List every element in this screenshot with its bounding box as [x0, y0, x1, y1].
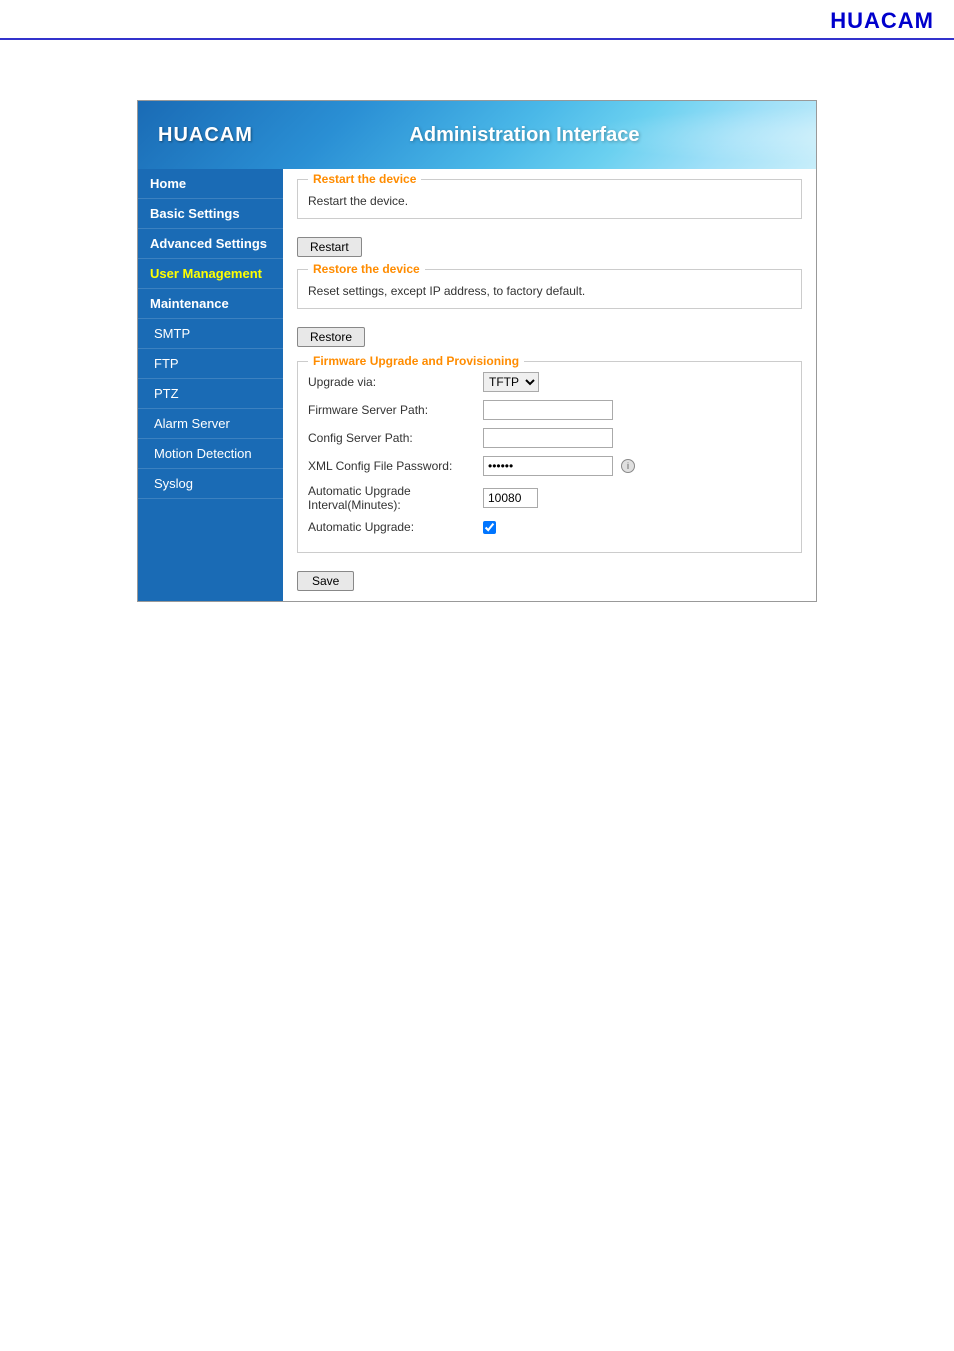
- sidebar-item-syslog[interactable]: Syslog: [138, 469, 283, 499]
- restart-text: Restart the device.: [308, 194, 791, 208]
- auto-upgrade-interval-label: Automatic Upgrade Interval(Minutes):: [308, 484, 483, 512]
- info-icon[interactable]: i: [621, 459, 635, 473]
- sidebar-item-advanced-settings[interactable]: Advanced Settings: [138, 229, 283, 259]
- cam-main: Restart the device Restart the device. R…: [283, 169, 816, 601]
- save-button[interactable]: Save: [297, 571, 354, 591]
- cam-header: HUACAM Administration Interface: [138, 101, 816, 169]
- config-server-label: Config Server Path:: [308, 431, 483, 445]
- upgrade-via-row: Upgrade via: TFTP HTTP: [308, 372, 791, 392]
- restore-legend: Restore the device: [308, 262, 425, 276]
- sidebar-item-ftp[interactable]: FTP: [138, 349, 283, 379]
- upgrade-via-label: Upgrade via:: [308, 375, 483, 389]
- cam-body: Home Basic Settings Advanced Settings Us…: [138, 169, 816, 601]
- xml-password-label: XML Config File Password:: [308, 459, 483, 473]
- auto-upgrade-label: Automatic Upgrade:: [308, 520, 483, 534]
- cam-ui: HUACAM Administration Interface Home Bas…: [137, 100, 817, 602]
- restart-section: Restart the device Restart the device.: [297, 179, 802, 219]
- auto-upgrade-interval-row: Automatic Upgrade Interval(Minutes):: [308, 484, 791, 512]
- sidebar-item-maintenance[interactable]: Maintenance: [138, 289, 283, 319]
- password-row: i: [483, 456, 635, 476]
- restore-text: Reset settings, except IP address, to fa…: [308, 284, 791, 298]
- config-server-row: Config Server Path:: [308, 428, 791, 448]
- cam-header-title: Administration Interface: [253, 124, 796, 147]
- sidebar-item-motion-detection[interactable]: Motion Detection: [138, 439, 283, 469]
- firmware-legend: Firmware Upgrade and Provisioning: [308, 354, 524, 368]
- sidebar-item-basic-settings[interactable]: Basic Settings: [138, 199, 283, 229]
- restart-button[interactable]: Restart: [297, 237, 362, 257]
- cam-sidebar: Home Basic Settings Advanced Settings Us…: [138, 169, 283, 601]
- firmware-server-row: Firmware Server Path:: [308, 400, 791, 420]
- xml-password-input[interactable]: [483, 456, 613, 476]
- page-content: HUACAM Administration Interface Home Bas…: [0, 40, 954, 662]
- upgrade-via-select[interactable]: TFTP HTTP: [483, 372, 539, 392]
- restore-button[interactable]: Restore: [297, 327, 365, 347]
- sidebar-item-user-management[interactable]: User Management: [138, 259, 283, 289]
- config-server-input[interactable]: [483, 428, 613, 448]
- restore-section: Restore the device Reset settings, excep…: [297, 269, 802, 309]
- sidebar-item-home[interactable]: Home: [138, 169, 283, 199]
- firmware-server-label: Firmware Server Path:: [308, 403, 483, 417]
- auto-upgrade-row: Automatic Upgrade:: [308, 520, 791, 534]
- auto-upgrade-interval-input[interactable]: [483, 488, 538, 508]
- top-bar: HUACAM: [0, 0, 954, 40]
- firmware-section: Firmware Upgrade and Provisioning Upgrad…: [297, 361, 802, 553]
- sidebar-item-smtp[interactable]: SMTP: [138, 319, 283, 349]
- sidebar-item-ptz[interactable]: PTZ: [138, 379, 283, 409]
- sidebar-item-alarm-server[interactable]: Alarm Server: [138, 409, 283, 439]
- auto-upgrade-checkbox[interactable]: [483, 521, 496, 534]
- xml-password-row: XML Config File Password: i: [308, 456, 791, 476]
- restart-legend: Restart the device: [308, 172, 421, 186]
- cam-header-brand: HUACAM: [158, 124, 253, 147]
- firmware-server-input[interactable]: [483, 400, 613, 420]
- top-brand: HUACAM: [830, 8, 934, 34]
